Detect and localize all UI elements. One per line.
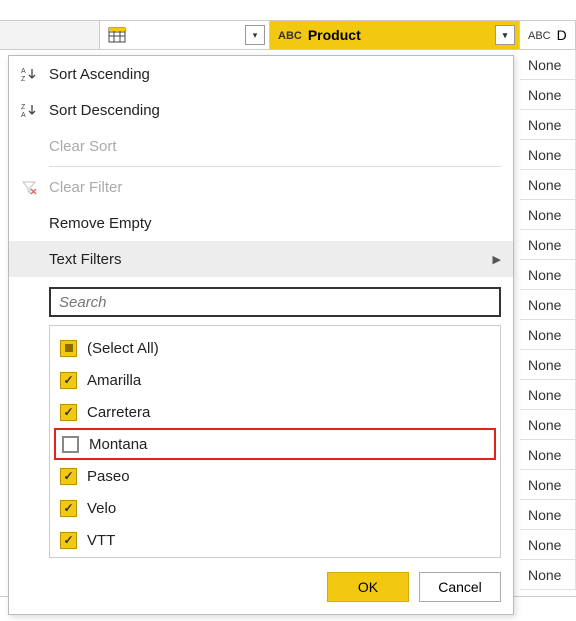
funnel-clear-icon [21,179,49,195]
text-filters-item[interactable]: Text Filters ▶ [9,241,513,277]
sort-descending-item[interactable]: Z A Sort Descending [9,92,513,128]
text-filters-label: Text Filters [49,251,122,268]
product-dropdown-button[interactable]: ▾ [495,25,515,45]
table-cell[interactable]: None [520,440,576,470]
search-input[interactable] [49,287,501,317]
checkbox-indeterminate[interactable] [60,340,77,357]
filter-item-label: VTT [87,532,115,549]
clear-filter-item: Clear Filter [9,169,513,205]
checkbox-checked[interactable] [60,532,77,549]
data-cells-column: None None None None None None None None … [520,50,576,590]
table-cell[interactable]: None [520,260,576,290]
filter-item-label: Velo [87,500,116,517]
sort-desc-icon: Z A [21,102,49,118]
table-cell[interactable]: None [520,200,576,230]
table-cell[interactable]: None [520,500,576,530]
filter-item-label: Amarilla [87,372,141,389]
table-cell[interactable]: None [520,170,576,200]
table-cell[interactable]: None [520,50,576,80]
remove-empty-item[interactable]: Remove Empty [9,205,513,241]
filter-item-label: Carretera [87,404,150,421]
filter-item-montana[interactable]: Montana [54,428,496,460]
cancel-button[interactable]: Cancel [419,572,501,602]
next-column-label: D [557,27,575,43]
checkbox-checked[interactable] [60,500,77,517]
table-cell[interactable]: None [520,530,576,560]
filter-item-vtt[interactable]: VTT [54,524,496,556]
product-column-header[interactable]: ABC Product ▾ [270,21,520,49]
table-cell[interactable]: None [520,350,576,380]
filter-item-paseo[interactable]: Paseo [54,460,496,492]
table-cell[interactable]: None [520,290,576,320]
table-cell[interactable]: None [520,560,576,590]
next-column-header[interactable]: ABC D [520,21,576,49]
svg-text:A: A [21,112,26,118]
filter-item-velo[interactable]: Velo [54,492,496,524]
table-cell[interactable]: None [520,380,576,410]
svg-text:Z: Z [21,76,26,82]
filter-values-list[interactable]: (Select All) Amarilla Carretera Montana … [49,325,501,558]
sort-asc-icon: A Z [21,66,49,82]
table-cell[interactable]: None [520,230,576,260]
row-index-header [0,21,100,49]
checkbox-unchecked[interactable] [62,436,79,453]
filter-item-label: Montana [89,436,147,453]
product-column-label: Product [308,27,495,43]
submenu-arrow-icon: ▶ [493,253,501,266]
separator [49,166,501,167]
select-all-row[interactable]: (Select All) [54,332,496,364]
column-header-row: ▾ ABC Product ▾ ABC D [0,20,576,50]
clear-sort-item: Clear Sort [9,128,513,164]
table-cell[interactable]: None [520,470,576,500]
table-cell[interactable]: None [520,80,576,110]
clear-filter-label: Clear Filter [49,179,122,196]
remove-empty-label: Remove Empty [49,215,152,232]
filter-item-label: Paseo [87,468,130,485]
column-dropdown-button[interactable]: ▾ [245,25,265,45]
search-wrap [9,277,513,325]
text-type-icon: ABC [278,29,302,42]
table-column-header[interactable]: ▾ [100,21,270,49]
filter-dropdown-panel: A Z Sort Ascending Z A Sort Descending C… [8,55,514,615]
sort-ascending-item[interactable]: A Z Sort Ascending [9,56,513,92]
dialog-buttons: OK Cancel [9,564,513,614]
clear-sort-label: Clear Sort [49,138,117,155]
table-cell[interactable]: None [520,410,576,440]
checkbox-checked[interactable] [60,468,77,485]
filter-item-carretera[interactable]: Carretera [54,396,496,428]
sort-ascending-label: Sort Ascending [49,66,150,83]
select-all-label: (Select All) [87,340,159,357]
sort-descending-label: Sort Descending [49,102,160,119]
table-icon [108,27,126,43]
table-cell[interactable]: None [520,140,576,170]
ok-button[interactable]: OK [327,572,409,602]
text-type-icon: ABC [528,29,551,42]
checkbox-checked[interactable] [60,372,77,389]
table-cell[interactable]: None [520,320,576,350]
table-cell[interactable]: None [520,110,576,140]
filter-item-amarilla[interactable]: Amarilla [54,364,496,396]
svg-text:Z: Z [21,104,26,111]
svg-text:A: A [21,68,26,75]
checkbox-checked[interactable] [60,404,77,421]
